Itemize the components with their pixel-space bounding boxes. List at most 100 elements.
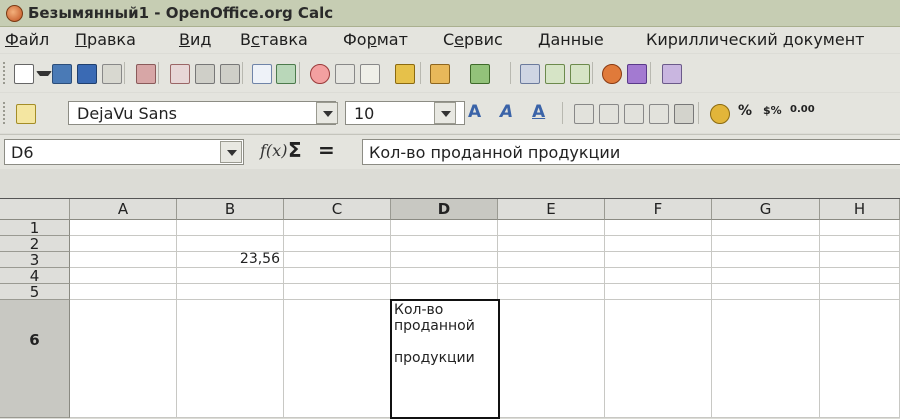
sort-ascending-icon[interactable]: [545, 64, 565, 84]
row-header-1[interactable]: 1: [0, 220, 70, 236]
merge-cells-icon[interactable]: [674, 104, 694, 124]
font-size-dropdown-button[interactable]: [434, 102, 456, 124]
cell-h4[interactable]: [820, 268, 900, 284]
cell-c4[interactable]: [284, 268, 391, 284]
cell-e5[interactable]: [498, 284, 605, 300]
formula-input[interactable]: Кол-во проданной продукции: [362, 139, 900, 165]
cell-g2[interactable]: [712, 236, 820, 252]
new-document-icon[interactable]: [14, 64, 34, 84]
cell-g6[interactable]: [712, 300, 820, 418]
hyperlink-icon[interactable]: [520, 64, 540, 84]
menu-format[interactable]: Формат: [343, 30, 408, 49]
export-pdf-icon[interactable]: [170, 64, 190, 84]
new-dropdown-icon[interactable]: [36, 71, 52, 82]
cell-b5[interactable]: [177, 284, 284, 300]
cell-g3[interactable]: [712, 252, 820, 268]
cell-e6[interactable]: [498, 300, 605, 418]
cell-f3[interactable]: [605, 252, 712, 268]
cell-h1[interactable]: [820, 220, 900, 236]
save-icon[interactable]: [77, 64, 97, 84]
currency-format-icon[interactable]: [710, 104, 730, 124]
cell-b3[interactable]: 23,56: [177, 252, 284, 268]
row-header-4[interactable]: 4: [0, 268, 70, 284]
print-preview-icon[interactable]: [220, 64, 240, 84]
cell-e1[interactable]: [498, 220, 605, 236]
formula-icon[interactable]: =: [318, 138, 335, 162]
cell-e3[interactable]: [498, 252, 605, 268]
font-name-combobox[interactable]: DejaVu Sans: [68, 101, 336, 125]
align-center-icon[interactable]: [599, 104, 619, 124]
cell-h3[interactable]: [820, 252, 900, 268]
cell-c6[interactable]: [284, 300, 391, 418]
add-decimal-icon[interactable]: 0.00: [790, 104, 815, 115]
cell-b4[interactable]: [177, 268, 284, 284]
column-header-d[interactable]: D: [391, 199, 498, 220]
cell-b1[interactable]: [177, 220, 284, 236]
cell-b2[interactable]: [177, 236, 284, 252]
menu-insert[interactable]: Вставка: [240, 30, 308, 49]
spellcheck-icon[interactable]: [252, 64, 272, 84]
cell-a2[interactable]: [70, 236, 177, 252]
menu-file[interactable]: Файл: [5, 30, 49, 49]
cell-a4[interactable]: [70, 268, 177, 284]
column-header-g[interactable]: G: [712, 199, 820, 220]
font-name-dropdown-button[interactable]: [316, 102, 338, 124]
name-box[interactable]: D6: [4, 139, 244, 165]
menu-edit[interactable]: Правка: [75, 30, 136, 49]
percent-format-icon[interactable]: %: [738, 103, 752, 119]
clone-formatting-icon[interactable]: [395, 64, 415, 84]
toolbar-grip[interactable]: [3, 62, 8, 84]
column-header-e[interactable]: E: [498, 199, 605, 220]
cell-a6[interactable]: [70, 300, 177, 418]
cell-f1[interactable]: [605, 220, 712, 236]
cell-d3[interactable]: [391, 252, 498, 268]
column-header-a[interactable]: A: [70, 199, 177, 220]
insert-chart-icon[interactable]: [602, 64, 622, 84]
italic-icon[interactable]: A: [500, 102, 513, 122]
align-right-icon[interactable]: [624, 104, 644, 124]
cell-c5[interactable]: [284, 284, 391, 300]
cell-e2[interactable]: [498, 236, 605, 252]
menu-view[interactable]: Вид: [179, 30, 211, 49]
column-header-c[interactable]: C: [284, 199, 391, 220]
cell-d5[interactable]: [391, 284, 498, 300]
cell-d4[interactable]: [391, 268, 498, 284]
copy-icon[interactable]: [335, 64, 355, 84]
sum-icon[interactable]: Σ: [288, 138, 302, 162]
mail-icon[interactable]: [102, 64, 122, 84]
cell-h2[interactable]: [820, 236, 900, 252]
cell-d2[interactable]: [391, 236, 498, 252]
print-icon[interactable]: [195, 64, 215, 84]
row-header-3[interactable]: 3: [0, 252, 70, 268]
cell-g1[interactable]: [712, 220, 820, 236]
redo-icon[interactable]: [470, 64, 490, 84]
show-draw-functions-icon[interactable]: [627, 64, 647, 84]
cell-e4[interactable]: [498, 268, 605, 284]
cell-a1[interactable]: [70, 220, 177, 236]
autospellcheck-icon[interactable]: [276, 64, 296, 84]
cell-h5[interactable]: [820, 284, 900, 300]
edit-file-icon[interactable]: [136, 64, 156, 84]
cell-c3[interactable]: [284, 252, 391, 268]
column-header-h[interactable]: H: [820, 199, 900, 220]
sort-descending-icon[interactable]: [570, 64, 590, 84]
standard-format-icon[interactable]: $%: [763, 104, 782, 117]
justify-icon[interactable]: [649, 104, 669, 124]
cell-a5[interactable]: [70, 284, 177, 300]
align-left-icon[interactable]: [574, 104, 594, 124]
open-icon[interactable]: [52, 64, 72, 84]
name-box-dropdown-button[interactable]: [220, 141, 242, 163]
column-header-b[interactable]: B: [177, 199, 284, 220]
navigator-icon[interactable]: [662, 64, 682, 84]
cell-d1[interactable]: [391, 220, 498, 236]
cell-d6[interactable]: Кол-во проданной продукции: [390, 299, 500, 419]
cell-f6[interactable]: [605, 300, 712, 418]
menu-tools[interactable]: Сервис: [443, 30, 503, 49]
bold-icon[interactable]: A: [468, 102, 481, 122]
menu-data[interactable]: Данные: [538, 30, 604, 49]
select-all-corner[interactable]: [0, 199, 70, 220]
row-header-5[interactable]: 5: [0, 284, 70, 300]
cell-f4[interactable]: [605, 268, 712, 284]
styles-icon[interactable]: [16, 104, 36, 124]
menu-cyrillic-document[interactable]: Кириллический документ: [646, 30, 864, 49]
